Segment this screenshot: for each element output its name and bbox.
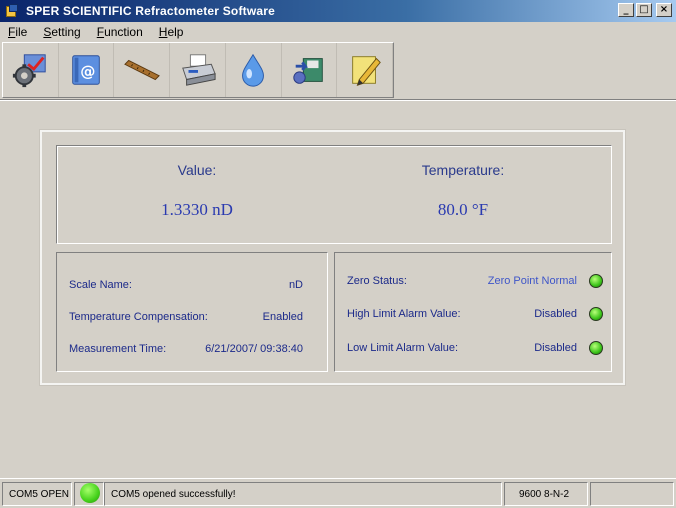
details-box: Scale Name: nD Temperature Compensation:… bbox=[56, 252, 328, 372]
title-bar: SPER SCIENTIFIC Refractometer Software _… bbox=[0, 0, 676, 22]
status-message: COM5 opened successfully! bbox=[104, 482, 502, 506]
measurement-time-label: Measurement Time: bbox=[69, 343, 167, 355]
menu-help[interactable]: Help bbox=[151, 25, 192, 39]
ruler-button[interactable] bbox=[114, 43, 171, 97]
print-button[interactable] bbox=[170, 43, 226, 97]
printer-icon bbox=[181, 54, 216, 86]
scale-name-label: Scale Name: bbox=[69, 279, 132, 291]
temp-comp-value: Enabled bbox=[262, 311, 303, 323]
measurement-time-value: 6/21/2007/ 09:38:40 bbox=[205, 343, 303, 355]
window-title: SPER SCIENTIFIC Refractometer Software bbox=[26, 4, 275, 18]
main-panel: Value: 1.3330 nD Temperature: 80.0 °F Sc… bbox=[40, 130, 625, 385]
temperature-reading: 80.0 °F bbox=[437, 200, 489, 219]
save-export-icon bbox=[293, 58, 323, 84]
temp-comp-label: Temperature Compensation: bbox=[69, 311, 208, 323]
serial-settings: 9600 8-N-2 bbox=[504, 482, 588, 506]
window-controls: _ □ × bbox=[618, 3, 672, 17]
value-reading: 1.3330 nD bbox=[161, 200, 233, 219]
high-limit-value: Disabled bbox=[534, 308, 577, 320]
menu-file[interactable]: File bbox=[0, 25, 35, 39]
svg-text:@: @ bbox=[80, 63, 95, 81]
ruler-icon bbox=[123, 59, 160, 81]
toolbar-divider bbox=[0, 99, 676, 101]
close-button[interactable]: × bbox=[656, 3, 672, 17]
measurement-time-row: Measurement Time: 6/21/2007/ 09:38:40 bbox=[57, 343, 327, 359]
temperature-label: Temperature: bbox=[421, 162, 505, 178]
measure-button[interactable] bbox=[226, 43, 282, 97]
app-icon bbox=[4, 3, 20, 19]
measurement-box: Value: 1.3330 nD Temperature: 80.0 °F bbox=[56, 145, 612, 244]
zero-status-label: Zero Status: bbox=[347, 275, 407, 287]
email-button[interactable]: @ bbox=[59, 43, 115, 97]
low-limit-row: Low Limit Alarm Value: Disabled bbox=[335, 341, 611, 358]
water-drop-icon bbox=[242, 53, 265, 87]
maximize-button[interactable]: □ bbox=[636, 3, 652, 17]
scale-name-value: nD bbox=[288, 279, 303, 291]
status-bar: COM5 OPEN COM5 opened successfully! 9600… bbox=[0, 478, 676, 508]
settings-gear-icon bbox=[13, 54, 47, 88]
low-limit-value: Disabled bbox=[534, 342, 577, 354]
menu-bar: File Setting Function Help bbox=[0, 22, 676, 41]
high-limit-row: High Limit Alarm Value: Disabled bbox=[335, 307, 611, 324]
menu-function[interactable]: Function bbox=[89, 25, 151, 39]
connection-led-icon bbox=[80, 483, 100, 503]
value-label: Value: bbox=[177, 162, 217, 178]
status-box: Zero Status: Zero Point Normal High Limi… bbox=[334, 252, 612, 372]
notes-pencil-icon bbox=[351, 56, 381, 86]
zero-status-row: Zero Status: Zero Point Normal bbox=[335, 274, 611, 291]
notes-button[interactable] bbox=[337, 43, 394, 97]
scale-name-row: Scale Name: nD bbox=[57, 279, 327, 295]
low-limit-label: Low Limit Alarm Value: bbox=[347, 342, 459, 354]
port-status: COM5 OPEN bbox=[2, 482, 72, 506]
save-button[interactable] bbox=[282, 43, 338, 97]
minimize-button[interactable]: _ bbox=[618, 3, 634, 17]
email-icon: @ bbox=[72, 55, 100, 85]
menu-setting[interactable]: Setting bbox=[35, 25, 88, 39]
status-extra bbox=[590, 482, 674, 506]
high-limit-label: High Limit Alarm Value: bbox=[347, 308, 461, 320]
settings-button[interactable] bbox=[3, 43, 59, 97]
toolbar: @ bbox=[2, 42, 394, 98]
temp-comp-row: Temperature Compensation: Enabled bbox=[57, 311, 327, 327]
low-limit-led-icon bbox=[589, 341, 603, 355]
high-limit-led-icon bbox=[589, 307, 603, 321]
zero-status-value: Zero Point Normal bbox=[487, 275, 577, 287]
zero-status-led-icon bbox=[589, 274, 603, 288]
